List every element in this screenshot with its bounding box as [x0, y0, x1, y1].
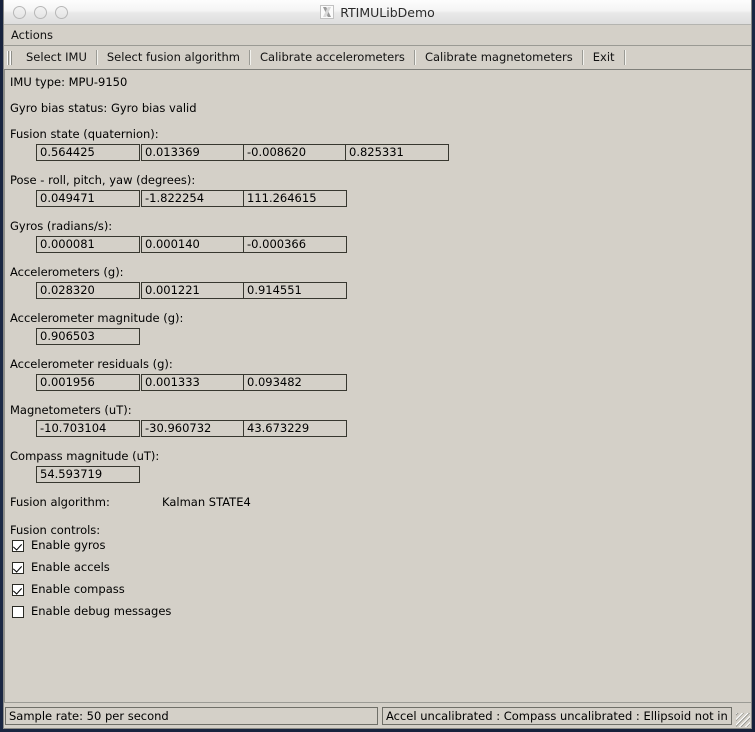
fusion-state-label: Fusion state (quaternion): — [10, 128, 159, 141]
gyros-label: Gyros (radians/s): — [10, 220, 112, 233]
status-sample-rate: Sample rate: 50 per second — [5, 707, 378, 725]
main-content: IMU type: MPU-9150 Gyro bias status: Gyr… — [4, 70, 751, 702]
accelerometer-residuals-field-z[interactable]: 0.093482 — [243, 374, 347, 391]
enable-gyros-label: Enable gyros — [31, 539, 105, 552]
magnetometers-field-x[interactable]: -10.703104 — [36, 420, 140, 437]
toolbar-button-exit[interactable]: Exit — [584, 48, 624, 68]
maximize-button[interactable] — [55, 6, 68, 19]
accelerometers-field-z[interactable]: 0.914551 — [243, 282, 347, 299]
imu-type-label: IMU type: MPU-9150 — [10, 76, 127, 89]
checkbox-row-enable-debug-messages[interactable]: Enable debug messages — [12, 605, 171, 618]
accelerometer-residuals-field-y[interactable]: 0.001333 — [141, 374, 245, 391]
accelerometer-magnitude-field[interactable]: 0.906503 — [36, 328, 140, 345]
pose-field-pitch[interactable]: -1.822254 — [141, 190, 245, 207]
menu-item-actions[interactable]: Actions — [4, 27, 59, 44]
enable-accels-label: Enable accels — [31, 561, 110, 574]
enable-debug-messages-checkbox[interactable] — [12, 606, 24, 618]
checkbox-row-enable-compass[interactable]: Enable compass — [12, 583, 125, 596]
compass-magnitude-label: Compass magnitude (uT): — [10, 450, 159, 463]
accelerometer-residuals-label: Accelerometer residuals (g): — [10, 358, 173, 371]
toolbar: Select IMU Select fusion algorithm Calib… — [4, 46, 751, 70]
accelerometer-residuals-field-x[interactable]: 0.001956 — [36, 374, 140, 391]
accelerometers-field-x[interactable]: 0.028320 — [36, 282, 140, 299]
enable-debug-messages-label: Enable debug messages — [31, 605, 171, 618]
magnetometers-field-y[interactable]: -30.960732 — [141, 420, 245, 437]
fusion-state-field-0[interactable]: 0.564425 — [36, 144, 140, 161]
toolbar-button-select-fusion-algorithm[interactable]: Select fusion algorithm — [98, 48, 249, 68]
fusion-state-field-3[interactable]: 0.825331 — [345, 144, 449, 161]
magnetometers-label: Magnetometers (uT): — [10, 404, 132, 417]
fusion-algorithm-label: Fusion algorithm: — [10, 496, 110, 509]
fusion-state-field-1[interactable]: 0.013369 — [141, 144, 245, 161]
accelerometers-field-y[interactable]: 0.001221 — [141, 282, 245, 299]
status-calibration: Accel uncalibrated : Compass uncalibrate… — [382, 707, 732, 725]
checkbox-row-enable-gyros[interactable]: Enable gyros — [12, 539, 105, 552]
enable-gyros-checkbox[interactable] — [12, 540, 24, 552]
window-controls — [4, 6, 68, 19]
enable-compass-label: Enable compass — [31, 583, 125, 596]
minimize-button[interactable] — [34, 6, 47, 19]
application-window: RTIMULibDemo Actions Select IMU Select f… — [3, 0, 752, 729]
gyros-field-z[interactable]: -0.000366 — [243, 236, 347, 253]
gyros-field-x[interactable]: 0.000081 — [36, 236, 140, 253]
enable-compass-checkbox[interactable] — [12, 584, 24, 596]
toolbar-separator — [624, 50, 626, 65]
accelerometers-label: Accelerometers (g): — [10, 266, 124, 279]
pose-label: Pose - roll, pitch, yaw (degrees): — [10, 174, 195, 187]
pose-field-roll[interactable]: 0.049471 — [36, 190, 140, 207]
magnetometers-field-z[interactable]: 43.673229 — [243, 420, 347, 437]
checkbox-row-enable-accels[interactable]: Enable accels — [12, 561, 110, 574]
title-bar[interactable]: RTIMULibDemo — [4, 0, 751, 25]
toolbar-button-select-imu[interactable]: Select IMU — [17, 48, 96, 68]
fusion-state-field-2[interactable]: -0.008620 — [243, 144, 347, 161]
toolbar-button-calibrate-magnetometers[interactable]: Calibrate magnetometers — [416, 48, 582, 68]
x11-logo-icon — [320, 5, 334, 19]
toolbar-button-calibrate-accelerometers[interactable]: Calibrate accelerometers — [251, 48, 414, 68]
accelerometer-magnitude-label: Accelerometer magnitude (g): — [10, 312, 183, 325]
toolbar-drag-handle[interactable] — [7, 50, 14, 65]
window-title: RTIMULibDemo — [340, 5, 435, 20]
close-button[interactable] — [13, 6, 26, 19]
gyros-field-y[interactable]: 0.000140 — [141, 236, 245, 253]
pose-field-yaw[interactable]: 111.264615 — [243, 190, 347, 207]
title-center-group: RTIMULibDemo — [4, 0, 751, 24]
resize-grip-icon[interactable] — [736, 713, 750, 727]
enable-accels-checkbox[interactable] — [12, 562, 24, 574]
fusion-controls-label: Fusion controls: — [10, 524, 100, 537]
menu-bar: Actions — [4, 25, 751, 46]
compass-magnitude-field[interactable]: 54.593719 — [36, 466, 140, 483]
status-bar: Sample rate: 50 per second Accel uncalib… — [4, 702, 751, 728]
fusion-algorithm-value: Kalman STATE4 — [162, 496, 251, 509]
gyro-bias-status-label: Gyro bias status: Gyro bias valid — [10, 102, 197, 115]
